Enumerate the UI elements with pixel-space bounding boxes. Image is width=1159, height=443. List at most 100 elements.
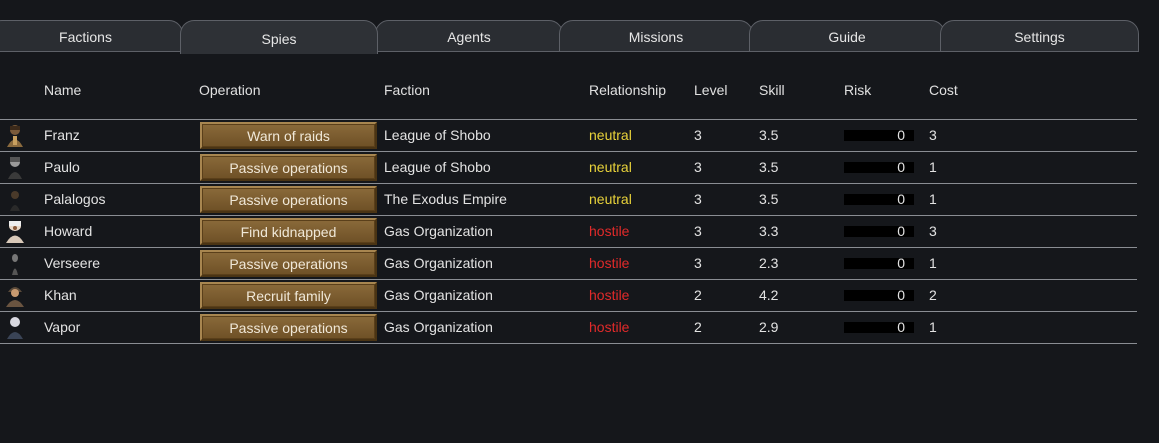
pawn-portrait-icon[interactable] — [4, 315, 26, 339]
faction-name: League of Shobo — [384, 127, 491, 143]
spy-name[interactable]: Vapor — [44, 319, 80, 335]
operation-label: Recruit family — [246, 287, 331, 304]
pawn-portrait-icon[interactable] — [4, 155, 26, 179]
operation-button[interactable]: Passive operations — [200, 250, 377, 277]
tab-bar: Factions Spies Agents Missions Guide Set… — [0, 20, 1159, 54]
skill-value: 3.3 — [759, 223, 779, 239]
relationship-status: neutral — [589, 127, 632, 143]
table-row: Howard Find kidnapped Gas Organization host… — [0, 215, 1137, 247]
tab-label: Settings — [1014, 29, 1065, 45]
header-relationship[interactable]: Relationship — [589, 82, 666, 98]
operation-label: Passive operations — [229, 255, 348, 272]
cost-value: 1 — [929, 159, 937, 175]
operation-button[interactable]: Passive operations — [200, 314, 377, 341]
level-value: 2 — [694, 319, 702, 335]
operation-label: Passive operations — [229, 191, 348, 208]
spy-name[interactable]: Khan — [44, 287, 77, 303]
risk-value: 0 — [897, 191, 905, 207]
header-risk[interactable]: Risk — [844, 82, 871, 98]
cost-value: 3 — [929, 223, 937, 239]
pawn-portrait-icon[interactable] — [4, 219, 26, 243]
level-value: 3 — [694, 223, 702, 239]
relationship-status: neutral — [589, 191, 632, 207]
table-header: Name Operation Faction Relationship Leve… — [0, 82, 1140, 102]
risk-value: 0 — [897, 159, 905, 175]
table-row: Khan Recruit family Gas Organization hostil… — [0, 279, 1137, 311]
operation-button[interactable]: Warn of raids — [200, 122, 377, 149]
operation-label: Passive operations — [229, 319, 348, 336]
skill-value: 3.5 — [759, 191, 779, 207]
level-value: 3 — [694, 127, 702, 143]
cost-value: 2 — [929, 287, 937, 303]
cost-value: 1 — [929, 319, 937, 335]
risk-value: 0 — [897, 319, 905, 335]
tab-guide[interactable]: Guide — [749, 20, 945, 52]
pawn-portrait-icon[interactable] — [4, 283, 26, 307]
faction-name: Gas Organization — [384, 319, 493, 335]
relationship-status: hostile — [589, 255, 630, 271]
table-row: Palalogos Passive operations The Exodus Em… — [0, 183, 1137, 215]
header-name[interactable]: Name — [44, 82, 81, 98]
faction-name: Gas Organization — [384, 255, 493, 271]
skill-value: 2.3 — [759, 255, 779, 271]
skill-value: 4.2 — [759, 287, 779, 303]
operation-button[interactable]: Recruit family — [200, 282, 377, 309]
table-row: Paulo Passive operations League of Shobo ne… — [0, 151, 1137, 183]
tab-missions[interactable]: Missions — [559, 20, 753, 52]
level-value: 3 — [694, 255, 702, 271]
tab-label: Agents — [447, 29, 491, 45]
header-faction[interactable]: Faction — [384, 82, 430, 98]
operation-button[interactable]: Passive operations — [200, 186, 377, 213]
pawn-portrait-icon[interactable] — [4, 123, 26, 147]
header-skill[interactable]: Skill — [759, 82, 785, 98]
header-level[interactable]: Level — [694, 82, 727, 98]
risk-value: 0 — [897, 127, 905, 143]
risk-value: 0 — [897, 255, 905, 271]
cost-value: 3 — [929, 127, 937, 143]
table-row: Franz Warn of raids League of Shobo neutral… — [0, 119, 1137, 151]
table-row: Vapor Passive operations Gas Organization h… — [0, 311, 1137, 344]
risk-value: 0 — [897, 223, 905, 239]
cost-value: 1 — [929, 191, 937, 207]
operation-label: Passive operations — [229, 159, 348, 176]
header-cost[interactable]: Cost — [929, 82, 958, 98]
risk-value: 0 — [897, 287, 905, 303]
operation-label: Find kidnapped — [240, 223, 337, 240]
pawn-portrait-icon[interactable] — [4, 251, 26, 275]
spy-name[interactable]: Howard — [44, 223, 92, 239]
relationship-status: hostile — [589, 287, 630, 303]
tab-settings[interactable]: Settings — [940, 20, 1139, 52]
faction-name: League of Shobo — [384, 159, 491, 175]
pawn-portrait-icon[interactable] — [4, 187, 26, 211]
tab-factions[interactable]: Factions — [0, 20, 183, 52]
operation-button[interactable]: Find kidnapped — [200, 218, 377, 245]
relationship-status: neutral — [589, 159, 632, 175]
operation-button[interactable]: Passive operations — [200, 154, 377, 181]
spy-name[interactable]: Verseere — [44, 255, 100, 271]
cost-value: 1 — [929, 255, 937, 271]
relationship-status: hostile — [589, 223, 630, 239]
spy-name[interactable]: Palalogos — [44, 191, 106, 207]
spy-name[interactable]: Paulo — [44, 159, 80, 175]
skill-value: 2.9 — [759, 319, 779, 335]
spy-name[interactable]: Franz — [44, 127, 80, 143]
skill-value: 3.5 — [759, 159, 779, 175]
relationship-status: hostile — [589, 319, 630, 335]
tab-label: Guide — [828, 29, 866, 45]
header-operation[interactable]: Operation — [199, 82, 260, 98]
tab-agents[interactable]: Agents — [375, 20, 563, 52]
level-value: 2 — [694, 287, 702, 303]
tab-spies[interactable]: Spies — [180, 20, 378, 54]
tab-label: Missions — [628, 29, 684, 45]
tab-label: Factions — [59, 29, 112, 45]
level-value: 3 — [694, 159, 702, 175]
level-value: 3 — [694, 191, 702, 207]
table-row: Verseere Passive operations Gas Organizati… — [0, 247, 1137, 279]
tab-label: Spies — [261, 30, 297, 47]
skill-value: 3.5 — [759, 127, 779, 143]
spies-window: Factions Spies Agents Missions Guide Set… — [0, 0, 1159, 443]
faction-name: Gas Organization — [384, 223, 493, 239]
spies-table: Franz Warn of raids League of Shobo neutral… — [0, 119, 1137, 344]
faction-name: Gas Organization — [384, 287, 493, 303]
faction-name: The Exodus Empire — [384, 191, 507, 207]
